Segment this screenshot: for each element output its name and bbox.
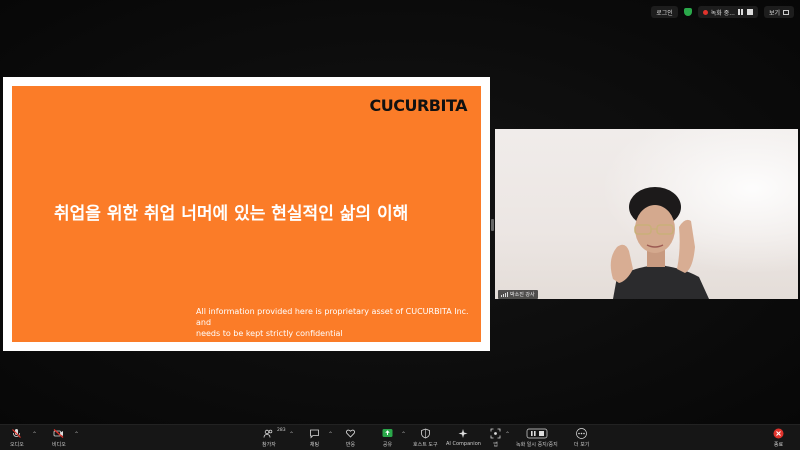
camera-off-icon bbox=[53, 428, 64, 439]
end-meeting-button[interactable]: 종료 bbox=[773, 428, 784, 448]
apps-options-caret-icon[interactable]: ⌃ bbox=[505, 431, 510, 438]
host-tools-shield-icon bbox=[420, 428, 431, 439]
ai-companion-label: AI Companion bbox=[446, 441, 481, 447]
participants-count: 283 bbox=[277, 428, 286, 433]
recording-dot-icon bbox=[702, 9, 708, 15]
apps-button[interactable]: 앱 bbox=[490, 428, 501, 448]
panel-splitter-handle[interactable] bbox=[491, 219, 494, 231]
chat-button[interactable]: 채팅 bbox=[309, 428, 320, 448]
confidentiality-note: All information provided here is proprie… bbox=[196, 306, 484, 339]
security-shield-icon[interactable] bbox=[683, 8, 692, 16]
stop-icon[interactable] bbox=[746, 9, 753, 15]
host-tools-label: 호스트 도구 bbox=[413, 442, 438, 448]
meeting-area: 로그인 녹화 중... 보기 CUCURBITA 취업을 위한 취업 너머에 있… bbox=[0, 0, 800, 424]
participants-button[interactable]: 참가자 bbox=[262, 428, 276, 448]
top-bar: 로그인 녹화 중... 보기 bbox=[651, 5, 794, 19]
more-button[interactable]: 더 보기 bbox=[574, 428, 589, 448]
end-label: 종료 bbox=[773, 442, 784, 448]
chat-options-caret-icon[interactable]: ⌃ bbox=[328, 431, 333, 438]
login-button[interactable]: 로그인 bbox=[651, 6, 678, 18]
apps-icon bbox=[490, 428, 501, 439]
participant-video-tile[interactable] bbox=[495, 129, 798, 299]
end-call-icon bbox=[773, 428, 784, 439]
audio-label: 오디오 bbox=[10, 442, 24, 448]
view-button[interactable]: 보기 bbox=[763, 6, 794, 18]
shared-screen: CUCURBITA 취업을 위한 취업 너머에 있는 현실적인 삶의 이해 Al… bbox=[3, 77, 490, 351]
confidentiality-note-line-2: needs to be kept strictly confidential bbox=[196, 329, 343, 338]
recording-controls-label: 녹화 일시 중지/중지 bbox=[516, 442, 558, 448]
more-dots-icon bbox=[576, 428, 588, 439]
video-options-caret-icon[interactable]: ⌃ bbox=[74, 431, 79, 438]
participants-label: 참가자 bbox=[262, 442, 276, 448]
sparkle-icon bbox=[458, 428, 469, 439]
participant-video-image bbox=[495, 129, 798, 299]
participant-name-tag: 박소진 강사 bbox=[498, 290, 538, 299]
pause-icon[interactable] bbox=[737, 9, 744, 15]
more-label: 더 보기 bbox=[574, 442, 590, 448]
heart-icon bbox=[345, 428, 356, 439]
slide-title: 취업을 위한 취업 너머에 있는 현실적인 삶의 이해 bbox=[54, 204, 409, 224]
signal-strength-icon bbox=[501, 292, 508, 297]
share-label: 공유 bbox=[382, 442, 393, 448]
video-label: 비디오 bbox=[52, 442, 66, 448]
login-label: 로그인 bbox=[656, 9, 673, 17]
slide-logo: CUCURBITA bbox=[369, 96, 468, 115]
meeting-toolbar: 오디오 ⌃ 비디오 ⌃ 참가자 283 ⌃ 채팅 ⌃ 반응 공유 ⌃ 호스트 도… bbox=[0, 424, 800, 450]
chat-bubble-icon bbox=[309, 428, 320, 439]
ai-companion-button[interactable]: AI Companion bbox=[446, 428, 481, 447]
grid-view-icon bbox=[783, 9, 789, 15]
video-button[interactable]: 비디오 bbox=[52, 428, 66, 448]
share-screen-icon bbox=[382, 428, 393, 439]
chat-label: 채팅 bbox=[309, 442, 320, 448]
host-tools-button[interactable]: 호스트 도구 bbox=[413, 428, 438, 448]
view-label: 보기 bbox=[768, 9, 780, 17]
presentation-slide: CUCURBITA 취업을 위한 취업 너머에 있는 현실적인 삶의 이해 Al… bbox=[12, 86, 481, 342]
recording-status-label: 녹화 중... bbox=[710, 9, 735, 17]
microphone-muted-icon bbox=[11, 428, 22, 439]
audio-button[interactable]: 오디오 bbox=[10, 428, 24, 448]
participants-icon bbox=[263, 428, 274, 439]
recording-controls-button[interactable]: 녹화 일시 중지/중지 bbox=[516, 428, 558, 448]
confidentiality-note-line-1: All information provided here is proprie… bbox=[196, 307, 469, 327]
share-button[interactable]: 공유 bbox=[382, 428, 393, 448]
participants-options-caret-icon[interactable]: ⌃ bbox=[289, 431, 294, 438]
apps-label: 앱 bbox=[493, 442, 498, 448]
recording-indicator[interactable]: 녹화 중... bbox=[697, 6, 758, 18]
react-button[interactable]: 반응 bbox=[345, 428, 356, 448]
audio-options-caret-icon[interactable]: ⌃ bbox=[32, 431, 37, 438]
participant-name: 박소진 강사 bbox=[510, 292, 535, 298]
share-options-caret-icon[interactable]: ⌃ bbox=[401, 431, 406, 438]
react-label: 반응 bbox=[345, 442, 356, 448]
pause-stop-icon bbox=[526, 428, 548, 439]
